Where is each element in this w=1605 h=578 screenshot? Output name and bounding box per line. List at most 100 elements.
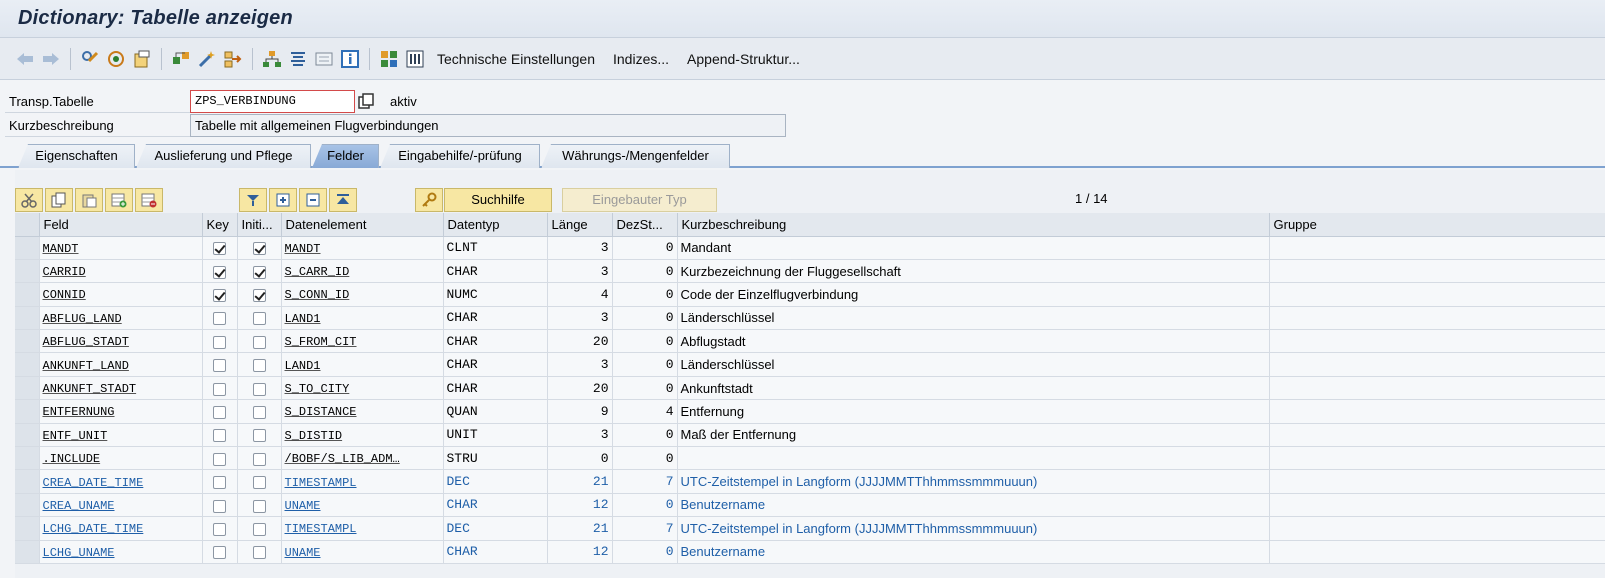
initial-cell[interactable] [237,282,282,307]
initial-cell[interactable] [237,376,282,401]
initial-cell[interactable] [237,446,282,471]
col-decimals[interactable]: DezSt... [612,213,678,237]
key-checkbox[interactable] [213,429,226,443]
row-selector[interactable] [15,423,40,448]
initial-cell[interactable] [237,469,282,494]
tab-felder[interactable]: Felder [312,144,379,168]
tab-waehrungs-mengenfelder[interactable]: Währungs-/Mengenfelder [541,144,730,168]
table-name-field[interactable]: ZPS_VERBINDUNG [190,90,355,113]
data-element-cell[interactable]: LAND1 [281,352,444,377]
table-row[interactable]: CARRID S_CARR_ID CHAR 3 0 Kurzbezeichnung der… [15,259,1605,284]
initial-checkbox[interactable] [252,289,266,302]
group-cell[interactable] [1269,516,1605,541]
short-desc-field[interactable]: Tabelle mit allgemeinen Flugverbindungen [190,114,786,137]
length-cell[interactable]: 12 [547,540,613,564]
group-cell[interactable] [1269,446,1605,471]
initial-checkbox[interactable] [252,405,266,419]
group-cell[interactable] [1269,282,1605,307]
row-selector[interactable] [15,259,40,284]
table-row[interactable]: LCHG_DATE_TIME TIMESTAMPL DEC 21 7 UTC-Zeitst… [15,516,1605,541]
initial-cell[interactable] [237,423,282,448]
data-element-cell[interactable]: S_CARR_ID [281,259,444,284]
data-type-cell[interactable]: CHAR [443,376,548,401]
decimals-cell[interactable]: 0 [612,282,678,307]
technical-settings-button[interactable]: Technische Einstellungen [437,51,595,67]
data-type-cell[interactable]: CHAR [443,352,548,377]
copy-rows-icon[interactable] [45,188,73,212]
key-checkbox[interactable] [213,405,226,419]
table-row[interactable]: CREA_UNAME UNAME CHAR 12 0 Benutzername [15,493,1605,518]
data-element-cell[interactable]: TIMESTAMPL [281,469,444,494]
field-name-cell[interactable]: MANDT [39,236,203,260]
decimals-cell[interactable]: 4 [612,399,678,424]
initial-cell[interactable] [237,236,282,260]
back-arrow-icon[interactable] [14,48,36,70]
length-cell[interactable]: 20 [547,329,613,354]
initial-checkbox[interactable] [252,265,266,279]
group-cell[interactable] [1269,540,1605,564]
initial-checkbox[interactable] [252,522,266,536]
other-object-icon[interactable] [79,48,101,70]
decimals-cell[interactable]: 0 [612,259,678,284]
group-cell[interactable] [1269,236,1605,260]
row-selector[interactable] [15,399,40,424]
data-type-cell[interactable]: DEC [443,469,548,494]
field-name-cell[interactable]: LCHG_UNAME [39,540,203,564]
group-cell[interactable] [1269,493,1605,518]
length-cell[interactable]: 3 [547,236,613,260]
data-element-cell[interactable]: S_FROM_CIT [281,329,444,354]
decimals-cell[interactable]: 0 [612,352,678,377]
table-row[interactable]: .INCLUDE/BOBF/S_LIB_ADM… STRU 0 0 [15,446,1605,471]
key-cell[interactable] [202,399,238,424]
where-used-icon[interactable] [196,48,218,70]
data-type-cell[interactable]: NUMC [443,282,548,307]
data-element-cell[interactable]: UNAME [281,493,444,518]
group-cell[interactable] [1269,306,1605,331]
table-row[interactable]: CONNID S_CONN_ID NUMC 4 0 Code der Einzelflug… [15,282,1605,307]
table-row[interactable]: ANKUNFT_STADT S_TO_CITY CHAR 20 0 Ankunftstad… [15,376,1605,401]
data-element-cell[interactable]: UNAME [281,540,444,564]
table-row[interactable]: ENTFERNUNG S_DISTANCE QUAN 9 4 Entfernung [15,399,1605,424]
info-icon[interactable] [339,48,361,70]
initial-cell[interactable] [237,259,282,284]
paste-icon[interactable] [75,188,103,212]
length-cell[interactable]: 21 [547,469,613,494]
key-cell[interactable] [202,236,238,260]
key-checkbox[interactable] [213,359,226,373]
table-row[interactable]: CREA_DATE_TIME TIMESTAMPL DEC 21 7 UTC-Zeitst… [15,469,1605,494]
data-type-cell[interactable]: QUAN [443,399,548,424]
initial-cell[interactable] [237,352,282,377]
decimals-cell[interactable]: 7 [612,469,678,494]
initial-checkbox[interactable] [252,452,266,466]
initial-cell[interactable] [237,399,282,424]
activate-icon[interactable] [131,48,153,70]
row-selector[interactable] [15,236,40,260]
field-name-cell[interactable]: ABFLUG_STADT [39,329,203,354]
table-row[interactable]: ABFLUG_STADT S_FROM_CIT CHAR 20 0 Abflugstadt [15,329,1605,354]
length-cell[interactable]: 21 [547,516,613,541]
key-cell[interactable] [202,423,238,448]
length-cell[interactable]: 9 [547,399,613,424]
collapse-icon[interactable] [299,188,327,212]
field-name-cell[interactable]: ABFLUG_LAND [39,306,203,331]
decimals-cell[interactable]: 0 [612,446,678,471]
sort-icon[interactable] [239,188,267,212]
insert-row-icon[interactable] [105,188,133,212]
search-help-button[interactable]: Suchhilfe [444,188,552,212]
col-field[interactable]: Feld [39,213,203,237]
key-checkbox[interactable] [213,289,226,302]
key-cell[interactable] [202,329,238,354]
key-cell[interactable] [202,493,238,518]
table-row[interactable]: LCHG_UNAME UNAME CHAR 12 0 Benutzername [15,540,1605,564]
move-up-icon[interactable] [329,188,357,212]
key-cell[interactable] [202,282,238,307]
length-cell[interactable]: 3 [547,423,613,448]
data-element-cell[interactable]: S_DISTANCE [281,399,444,424]
display-change-icon[interactable] [105,48,127,70]
group-cell[interactable] [1269,352,1605,377]
data-element-cell[interactable]: /BOBF/S_LIB_ADM… [281,446,444,471]
decimals-cell[interactable]: 0 [612,540,678,564]
row-selector[interactable] [15,329,40,354]
initial-checkbox[interactable] [252,312,266,326]
copy-icon[interactable] [358,93,375,110]
